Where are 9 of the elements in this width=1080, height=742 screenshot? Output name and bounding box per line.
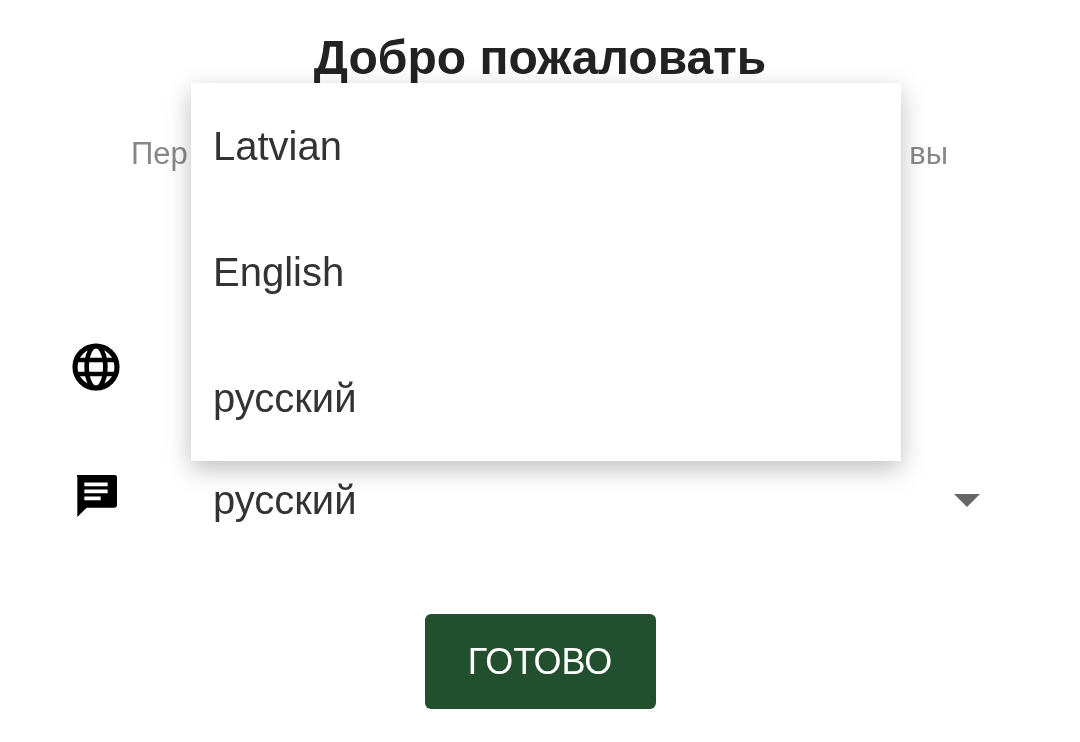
done-button[interactable]: ГОТОВО bbox=[424, 614, 656, 709]
subtitle-text: Пер bbox=[131, 136, 188, 172]
caret-icon bbox=[954, 494, 980, 507]
menu-item[interactable]: English bbox=[191, 209, 901, 335]
subtitle-text: вы bbox=[909, 136, 948, 172]
menu-item[interactable]: Latvian bbox=[191, 83, 901, 209]
welcome-title: Добро пожаловать bbox=[312, 30, 768, 86]
language-dropdown[interactable]: русский bbox=[213, 460, 980, 541]
menu-item[interactable]: русский bbox=[191, 335, 901, 461]
